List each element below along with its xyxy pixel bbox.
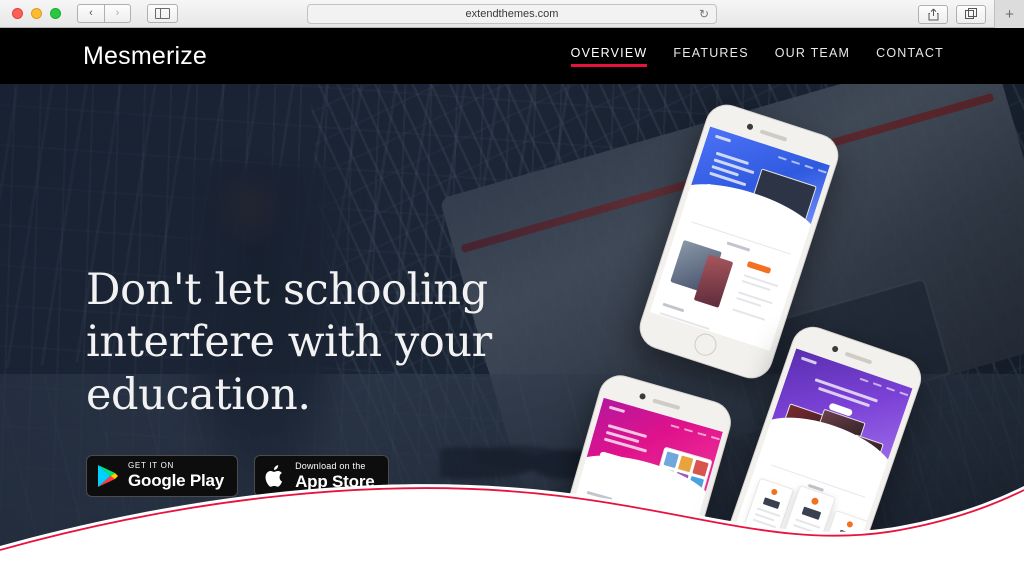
hero-headline-line-2: interfere with your: [86, 317, 492, 368]
nav-item-features[interactable]: FEATURES: [673, 46, 748, 67]
hero-bottom-wave: [0, 484, 1024, 584]
new-tab-button[interactable]: +: [994, 0, 1024, 28]
phone-camera: [830, 345, 839, 353]
address-bar-container: extendthemes.com ↻: [307, 4, 717, 24]
phone-camera: [746, 123, 754, 131]
minimize-window-button[interactable]: [31, 8, 42, 19]
back-button[interactable]: ‹: [77, 4, 104, 23]
share-button[interactable]: [918, 4, 948, 24]
browser-toolbar: ‹ › extendthemes.com ↻ +: [0, 0, 1024, 28]
reload-icon[interactable]: ↻: [699, 7, 709, 21]
show-tabs-button[interactable]: [956, 4, 986, 24]
window-traffic-lights: [0, 8, 61, 19]
share-icon: [928, 8, 938, 20]
hero-headline-line-1: Don't let schooling: [86, 265, 488, 315]
forward-button[interactable]: ›: [104, 4, 131, 23]
phone-speaker: [652, 398, 681, 410]
sidebar-toggle-button[interactable]: [147, 4, 178, 23]
phone-camera: [638, 392, 647, 401]
nav-item-contact[interactable]: CONTACT: [876, 46, 944, 67]
phone-speaker: [844, 351, 872, 364]
hero-headline-line-3: education.: [86, 369, 311, 420]
webpage-viewport: Mesmerize OVERVIEW FEATURES OUR TEAM CON…: [0, 28, 1024, 584]
address-bar[interactable]: extendthemes.com ↻: [307, 4, 717, 24]
sidebar-icon: [155, 8, 170, 19]
close-window-button[interactable]: [12, 8, 23, 19]
hero-section: Don't let schooling interfere with your …: [0, 84, 1024, 584]
site-logo[interactable]: Mesmerize: [83, 42, 207, 71]
browser-nav-group: ‹ ›: [77, 4, 131, 23]
nav-item-overview[interactable]: OVERVIEW: [570, 46, 648, 67]
phone-home-button: [691, 330, 720, 359]
main-navigation: OVERVIEW FEATURES OUR TEAM CONTACT: [570, 46, 944, 67]
mockup-hero-blue: [689, 126, 830, 229]
hero-headline: Don't let schooling interfere with your …: [86, 264, 516, 421]
browser-right-tools: +: [918, 0, 1024, 28]
phone-speaker: [759, 129, 788, 142]
tabs-icon: [964, 8, 977, 19]
zoom-window-button[interactable]: [50, 8, 61, 19]
nav-item-our-team[interactable]: OUR TEAM: [775, 46, 850, 67]
url-text: extendthemes.com: [465, 8, 559, 20]
site-header: Mesmerize OVERVIEW FEATURES OUR TEAM CON…: [0, 28, 1024, 84]
